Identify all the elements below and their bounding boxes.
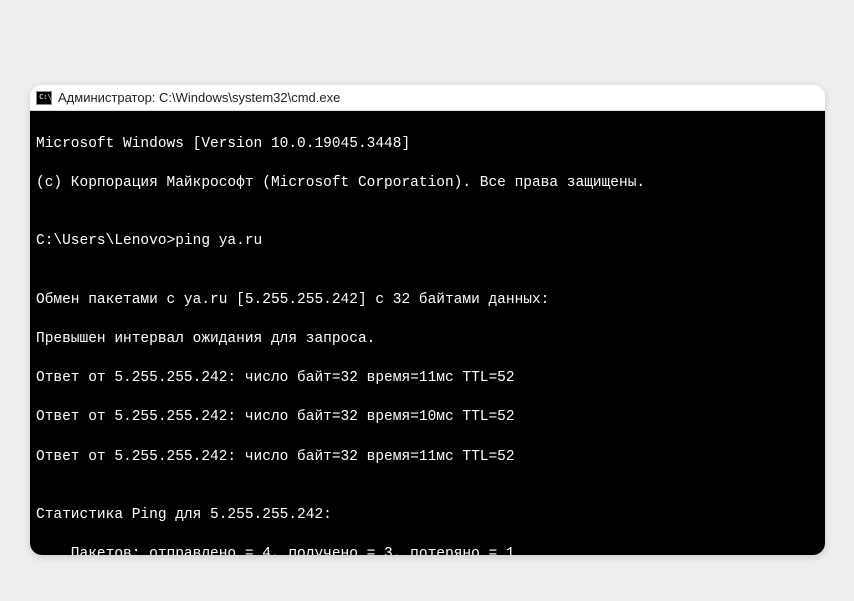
terminal-line: Обмен пакетами с ya.ru [5.255.255.242] с… [36,291,819,311]
terminal-line: Ответ от 5.255.255.242: число байт=32 вр… [36,448,819,468]
terminal-line: Статистика Ping для 5.255.255.242: [36,506,819,526]
window-title: Администратор: C:\Windows\system32\cmd.e… [58,90,340,105]
terminal-line: (c) Корпорация Майкрософт (Microsoft Cor… [36,174,819,194]
terminal-line: Microsoft Windows [Version 10.0.19045.34… [36,135,819,155]
titlebar[interactable]: C:\ Администратор: C:\Windows\system32\c… [30,85,825,111]
terminal-line: Пакетов: отправлено = 4, получено = 3, п… [36,545,819,555]
cmd-window: C:\ Администратор: C:\Windows\system32\c… [30,85,825,555]
terminal-line: Ответ от 5.255.255.242: число байт=32 вр… [36,408,819,428]
terminal-line: C:\Users\Lenovo>ping ya.ru [36,232,819,252]
terminal-line: Превышен интервал ожидания для запроса. [36,330,819,350]
terminal-output[interactable]: Microsoft Windows [Version 10.0.19045.34… [30,111,825,555]
terminal-line: Ответ от 5.255.255.242: число байт=32 вр… [36,369,819,389]
cmd-icon: C:\ [36,91,52,105]
